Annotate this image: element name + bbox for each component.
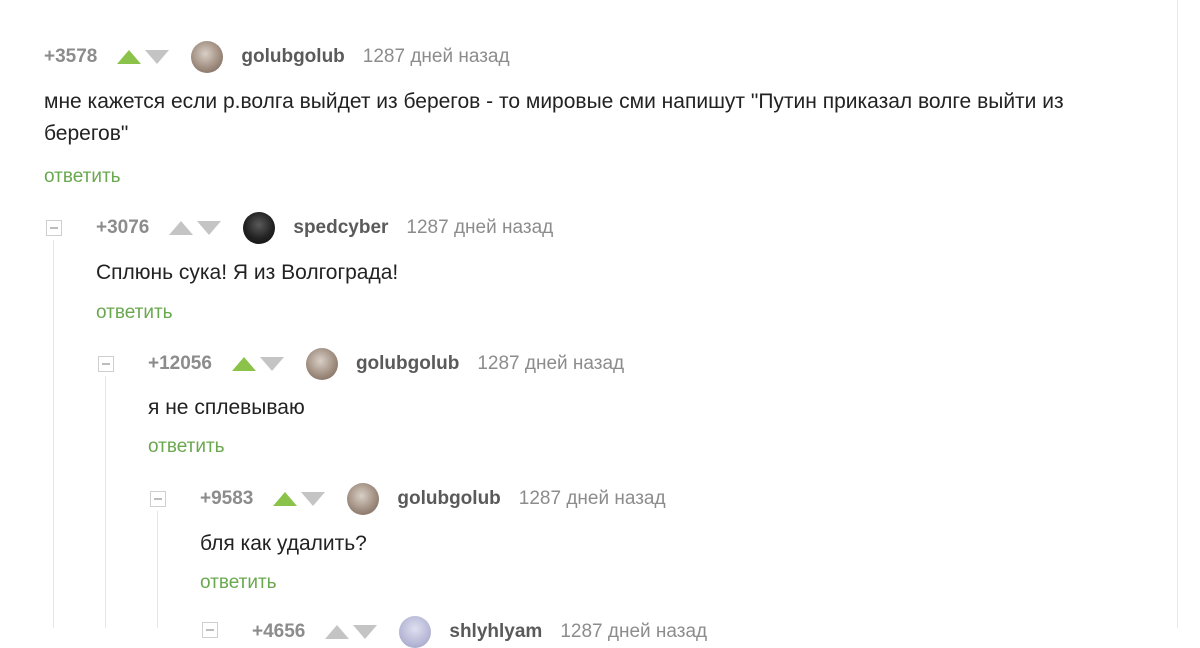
page-right-border [1177,0,1178,628]
downvote-arrow-icon[interactable] [353,625,378,639]
downvote-arrow-icon[interactable] [259,357,284,371]
thread-line [157,511,158,628]
comment-header: +4656 shlyhlyam 1287 дней назад [252,616,708,648]
comment-rating: +3578 [44,46,98,67]
comment-username[interactable]: shlyhlyam [449,621,542,643]
comment-time: 1287 дней назад [362,46,510,67]
comment-text: я не сплевываю [148,396,305,419]
comment-username[interactable]: golubgolub [356,353,459,375]
upvote-arrow-icon[interactable] [231,357,256,371]
comment-rating: +9583 [200,488,254,509]
comment-header: +9583 golubgolub 1287 дней назад [200,483,666,515]
comment-username[interactable]: golubgolub [241,46,344,68]
upvote-arrow-icon[interactable] [117,50,142,64]
upvote-arrow-icon[interactable] [169,221,194,235]
comment-header: +3578 golubgolub 1287 дней назад [44,41,510,73]
collapse-toggle-icon[interactable] [150,491,166,507]
comment-text: Сплюнь сука! Я из Волгограда! [96,261,399,284]
avatar[interactable] [347,483,380,515]
comment-time: 1287 дней назад [406,217,554,238]
collapse-toggle-icon[interactable] [46,220,62,236]
comment-username[interactable]: golubgolub [397,488,500,510]
downvote-arrow-icon[interactable] [197,221,222,235]
comment-time: 1287 дней назад [518,488,666,509]
avatar[interactable] [243,212,276,244]
reply-link[interactable]: ответить [96,302,173,324]
comment-header: +12056 golubgolub 1287 дней назад [148,348,625,380]
upvote-arrow-icon[interactable] [325,625,350,639]
comment-username[interactable]: spedcyber [293,217,388,239]
reply-link[interactable]: ответить [44,166,121,188]
reply-link[interactable]: ответить [200,572,277,594]
avatar[interactable] [399,616,432,648]
collapse-toggle-icon[interactable] [202,622,218,638]
comment-time: 1287 дней назад [477,353,625,374]
comment-header: +3076 spedcyber 1287 дней назад [96,212,554,244]
thread-line [105,376,106,628]
comment-rating: +3076 [96,217,150,238]
thread-line [53,240,54,628]
comment-rating: +12056 [148,353,212,374]
comment-text: бля как удалить? [200,532,367,555]
comment-rating: +4656 [252,621,306,642]
downvote-arrow-icon[interactable] [145,50,170,64]
collapse-toggle-icon[interactable] [98,356,114,372]
comment-text: мне кажется если р.волга выйдет из берег… [44,90,1064,145]
reply-link[interactable]: ответить [148,436,225,458]
downvote-arrow-icon[interactable] [301,492,326,506]
comment-time: 1287 дней назад [560,621,708,642]
avatar[interactable] [305,348,338,380]
avatar[interactable] [191,41,224,73]
upvote-arrow-icon[interactable] [273,492,298,506]
